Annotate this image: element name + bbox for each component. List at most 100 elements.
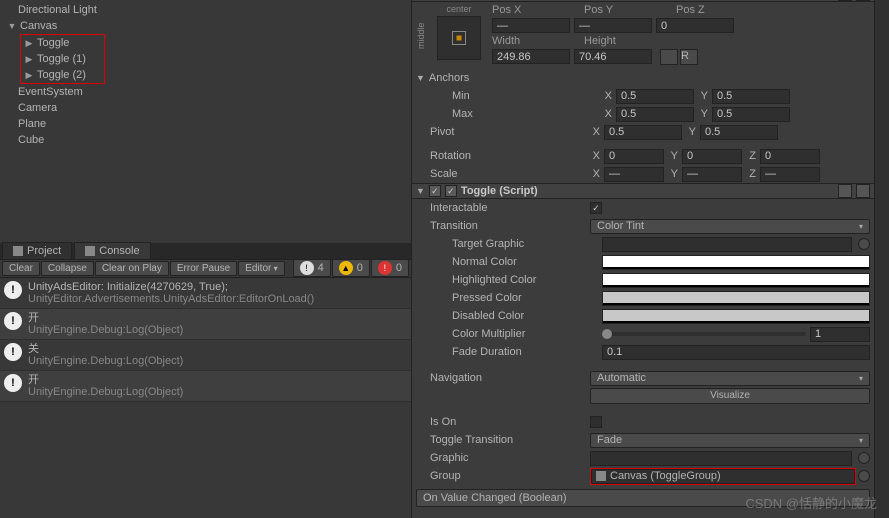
info-filter[interactable]: !4 (293, 259, 331, 277)
error-icon: ! (378, 261, 392, 275)
hierarchy-item[interactable]: Cube (0, 132, 411, 148)
rot-x[interactable] (604, 149, 664, 164)
middle-label: middle (416, 4, 426, 67)
width-input[interactable] (492, 49, 570, 64)
graphic-field[interactable] (590, 451, 852, 466)
normal-color-field[interactable] (602, 255, 870, 270)
foldout-icon[interactable] (416, 72, 425, 84)
hierarchy-item[interactable]: Plane (0, 116, 411, 132)
pivot-y[interactable] (700, 125, 778, 140)
console-log-list[interactable]: !UnityAdsEditor: Initialize(4270629, Tru… (0, 278, 411, 518)
scale-y[interactable] (682, 167, 742, 182)
label: Disabled Color (452, 310, 602, 322)
pos-x-input[interactable] (492, 18, 570, 33)
clear-on-play-button[interactable]: Clear on Play (95, 261, 169, 276)
label: Pos Y (584, 4, 672, 16)
pos-y-input[interactable] (574, 18, 652, 33)
fade-duration-input[interactable] (602, 345, 870, 360)
pivot-x[interactable] (604, 125, 682, 140)
label: Target Graphic (452, 238, 602, 250)
hierarchy-item[interactable]: Directional Light (0, 2, 411, 18)
object-picker-icon[interactable] (858, 238, 870, 250)
label: Graphic (430, 452, 590, 464)
log-entry[interactable]: !开UnityEngine.Debug:Log(Object) (0, 309, 411, 340)
info-icon: ! (4, 312, 22, 330)
info-icon: ! (300, 261, 314, 275)
anchor-preset[interactable]: center (432, 4, 486, 67)
info-icon: ! (4, 374, 22, 392)
tab-project[interactable]: Project (2, 242, 72, 259)
component-enabled-checkbox[interactable] (429, 185, 441, 197)
target-graphic-field[interactable] (602, 237, 852, 252)
interactable-checkbox[interactable] (590, 202, 602, 214)
pos-z-input[interactable] (656, 18, 734, 33)
editor-dropdown[interactable]: Editor (238, 261, 284, 276)
anchor-min-x[interactable] (616, 89, 694, 104)
log-entry[interactable]: !UnityAdsEditor: Initialize(4270629, Tru… (0, 278, 411, 309)
height-input[interactable] (574, 49, 652, 64)
scrollbar[interactable] (874, 0, 889, 518)
highlighted-color-field[interactable] (602, 273, 870, 288)
tab-console[interactable]: Console (74, 242, 150, 259)
error-pause-button[interactable]: Error Pause (170, 261, 237, 276)
gear-icon[interactable] (856, 0, 870, 1)
toggle-transition-dropdown[interactable]: Fade (590, 433, 870, 448)
scale-z[interactable] (760, 167, 820, 182)
visualize-button[interactable]: Visualize (590, 388, 870, 404)
warn-filter[interactable]: ▲0 (332, 259, 370, 277)
foldout-icon[interactable] (416, 185, 425, 197)
log-entry[interactable]: !关UnityEngine.Debug:Log(Object) (0, 340, 411, 371)
folder-icon (13, 246, 23, 256)
gear-icon[interactable] (856, 184, 870, 198)
foldout-icon[interactable] (23, 51, 35, 67)
warning-icon: ▲ (339, 261, 353, 275)
hierarchy-item-toggle[interactable]: Toggle (2) (21, 67, 104, 83)
foldout-icon[interactable] (23, 67, 35, 83)
transition-dropdown[interactable]: Color Tint (590, 219, 870, 234)
log-entry[interactable]: !开UnityEngine.Debug:Log(Object) (0, 371, 411, 402)
hierarchy-item[interactable]: EventSystem (0, 84, 411, 100)
anchor-max-y[interactable] (712, 107, 790, 122)
collapse-button[interactable]: Collapse (41, 261, 94, 276)
label: Width (492, 35, 580, 47)
pressed-color-field[interactable] (602, 291, 870, 306)
label: Is On (430, 416, 590, 428)
navigation-dropdown[interactable]: Automatic (590, 371, 870, 386)
disabled-color-field[interactable] (602, 309, 870, 324)
hierarchy-panel[interactable]: Directional Light Canvas Toggle Toggle (… (0, 0, 411, 243)
scale-x[interactable] (604, 167, 664, 182)
label: Min (452, 90, 602, 102)
foldout-icon[interactable] (23, 35, 35, 51)
object-picker-icon[interactable] (858, 470, 870, 482)
script-icon (445, 185, 457, 197)
inspector-panel[interactable]: Rect Transform middle center Pos XPos YP… (412, 0, 874, 518)
event-header[interactable]: On Value Changed (Boolean) (416, 489, 870, 507)
color-multiplier-slider[interactable] (602, 327, 806, 342)
object-picker-icon[interactable] (858, 452, 870, 464)
help-icon[interactable] (838, 0, 852, 1)
rot-y[interactable] (682, 149, 742, 164)
error-filter[interactable]: !0 (371, 259, 409, 277)
raw-button[interactable]: R (680, 49, 698, 65)
group-field[interactable]: Canvas (ToggleGroup) (591, 469, 855, 484)
label: Navigation (430, 372, 590, 384)
hierarchy-item-toggle[interactable]: Toggle (1) (21, 51, 104, 67)
help-icon[interactable] (838, 184, 852, 198)
label: Scale (430, 168, 590, 180)
hierarchy-item-toggle[interactable]: Toggle (21, 35, 104, 51)
foldout-icon[interactable] (6, 18, 18, 34)
blueprint-button[interactable] (660, 49, 678, 65)
anchor-min-y[interactable] (712, 89, 790, 104)
is-on-checkbox[interactable] (590, 416, 602, 428)
hierarchy-item-canvas[interactable]: Canvas (0, 18, 411, 34)
anchor-max-x[interactable] (616, 107, 694, 122)
label: Interactable (430, 202, 590, 214)
toggle-component-header[interactable]: Toggle (Script) (412, 183, 874, 199)
clear-button[interactable]: Clear (2, 261, 40, 276)
label: Pos X (492, 4, 580, 16)
label: Transition (430, 220, 590, 232)
label: Color Multiplier (452, 328, 602, 340)
color-multiplier-input[interactable] (810, 327, 870, 342)
rot-z[interactable] (760, 149, 820, 164)
hierarchy-item[interactable]: Camera (0, 100, 411, 116)
